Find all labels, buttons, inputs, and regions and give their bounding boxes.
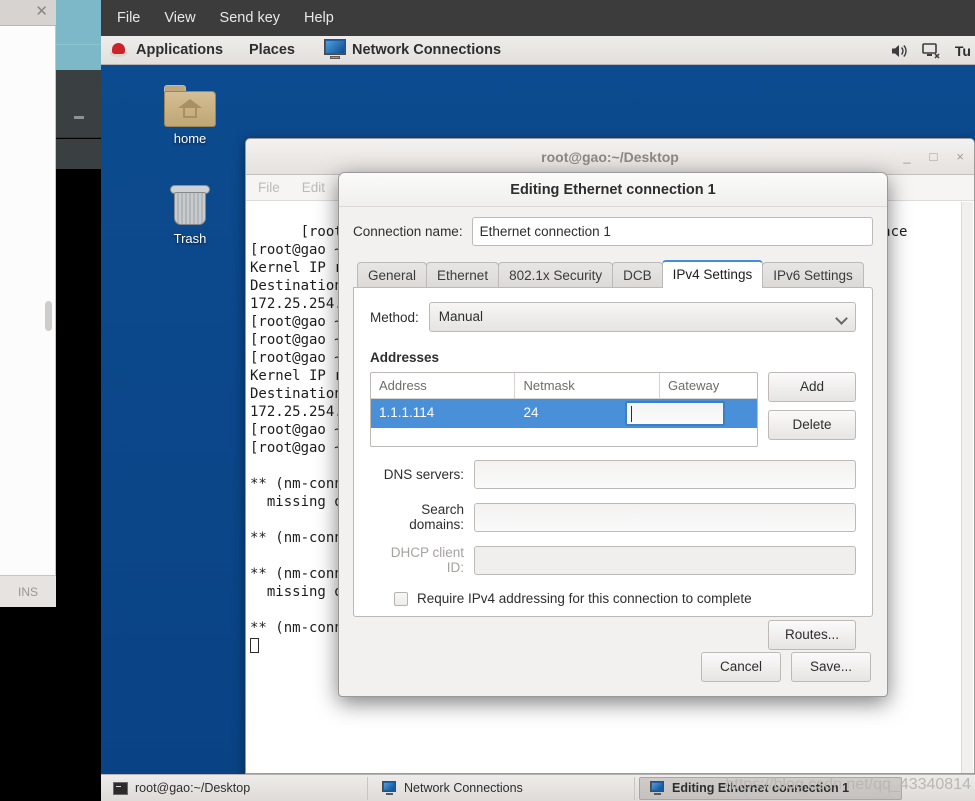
- system-tray: Tu: [890, 36, 975, 65]
- menu-view[interactable]: View: [164, 10, 195, 26]
- addresses-section-title: Addresses: [370, 350, 440, 365]
- minimize-icon[interactable]: _: [903, 139, 910, 175]
- method-value: Manual: [438, 309, 484, 324]
- address-buttons: Add Delete: [768, 372, 856, 447]
- text-caret: [631, 406, 632, 422]
- network-icon: [380, 780, 397, 796]
- panel-window-label: Network Connections: [351, 42, 502, 58]
- connection-name-input[interactable]: Ethernet connection 1: [471, 217, 873, 246]
- tab-ethernet[interactable]: Ethernet: [426, 262, 500, 288]
- save-button[interactable]: Save...: [791, 652, 871, 682]
- scrollbar-thumb[interactable]: [45, 301, 52, 331]
- search-domains-input[interactable]: [474, 502, 856, 532]
- network-icon[interactable]: [922, 42, 941, 59]
- dialog-footer: Cancel Save...: [339, 638, 887, 696]
- addresses-table: Address Netmask Gateway 1.1.1.114 24: [370, 372, 758, 447]
- taskbar-item-label: Network Connections: [404, 781, 523, 795]
- connection-name-label: Connection name:: [353, 224, 463, 239]
- background-strip-black: [56, 139, 101, 801]
- redhat-logo-icon: [110, 42, 127, 59]
- require-ipv4-row: Require IPv4 addressing for this connect…: [370, 591, 856, 606]
- taskbar-item-editing-connection[interactable]: Editing Ethernet connection 1: [639, 776, 902, 800]
- connection-name-row: Connection name: Ethernet connection 1: [353, 217, 873, 246]
- taskbar-item-label: Editing Ethernet connection 1: [672, 781, 850, 795]
- left-window-titlebar: ✕: [0, 0, 56, 26]
- search-domains-label: Search domains:: [409, 502, 464, 532]
- cell-address[interactable]: 1.1.1.114: [371, 399, 515, 428]
- speaker-icon[interactable]: [890, 43, 908, 59]
- trash-icon: [168, 183, 212, 227]
- terminal-scrollbar[interactable]: [961, 202, 973, 773]
- ipv4-settings-pane: Method: Manual Addresses Address Netmask…: [353, 287, 873, 650]
- column-header-gateway[interactable]: Gateway: [660, 373, 757, 398]
- gateway-edit-input[interactable]: [625, 401, 725, 426]
- network-icon: [321, 39, 347, 61]
- menu-send-key[interactable]: Send key: [220, 10, 280, 26]
- taskbar: root@gao:~/Desktop Network Connections E…: [101, 774, 975, 801]
- close-icon[interactable]: ×: [956, 139, 964, 175]
- dns-input[interactable]: [474, 460, 856, 489]
- taskbar-item-label: root@gao:~/Desktop: [135, 781, 251, 795]
- desktop-icon-label: home: [173, 131, 207, 146]
- taskbar-item-terminal[interactable]: root@gao:~/Desktop: [105, 776, 368, 800]
- panel-applications-menu[interactable]: Applications: [136, 42, 223, 58]
- column-header-address[interactable]: Address: [371, 373, 516, 398]
- menu-file[interactable]: File: [117, 10, 140, 26]
- left-window-status: INS: [0, 575, 56, 607]
- taskbar-item-network-connections[interactable]: Network Connections: [372, 776, 635, 800]
- require-ipv4-label: Require IPv4 addressing for this connect…: [417, 591, 752, 606]
- method-label: Method:: [370, 309, 419, 325]
- left-background-window: ✕ INS: [0, 0, 56, 801]
- panel-places-menu[interactable]: Places: [249, 42, 295, 58]
- terminal-cursor: [250, 638, 259, 653]
- terminal-titlebar[interactable]: root@gao:~/Desktop _ □ ×: [246, 139, 974, 175]
- gnome-top-panel: Applications Places Network Connections …: [101, 36, 975, 65]
- desktop-icon-home[interactable]: home: [147, 85, 233, 146]
- close-icon[interactable]: ✕: [35, 4, 48, 20]
- cancel-button[interactable]: Cancel: [701, 652, 781, 682]
- dialog-title: Editing Ethernet connection 1: [339, 173, 887, 207]
- panel-clock[interactable]: Tu: [955, 43, 971, 59]
- panel-window-button[interactable]: Network Connections: [321, 39, 501, 61]
- table-row[interactable]: 1.1.1.114 24: [371, 399, 757, 428]
- desktop-icon-trash[interactable]: Trash: [147, 183, 233, 246]
- desktop-icon-label: Trash: [173, 231, 207, 246]
- left-window-body: [0, 26, 56, 575]
- tab-dcb[interactable]: DCB: [612, 262, 663, 288]
- network-icon: [648, 780, 665, 796]
- left-window-filler: [0, 607, 56, 801]
- background-strip-teal: [56, 0, 101, 70]
- dns-row: DNS servers:: [370, 460, 856, 489]
- terminal-menu-edit[interactable]: Edit: [302, 180, 325, 195]
- tab-ipv6-settings[interactable]: IPv6 Settings: [762, 262, 864, 288]
- dhcp-client-id-label: DHCP client ID:: [390, 545, 464, 575]
- addresses-header-row: Address Netmask Gateway: [371, 373, 757, 399]
- tab-ipv4-settings[interactable]: IPv4 Settings: [661, 260, 764, 288]
- folder-home-icon: [164, 85, 216, 127]
- dns-label: DNS servers:: [383, 467, 464, 482]
- maximize-icon[interactable]: □: [930, 139, 938, 175]
- edit-connection-dialog: Editing Ethernet connection 1 Connection…: [338, 172, 888, 697]
- table-empty-area[interactable]: [371, 428, 757, 446]
- tab-general[interactable]: General: [357, 262, 428, 288]
- chevron-down-icon: [835, 312, 848, 325]
- addresses-area: Address Netmask Gateway 1.1.1.114 24 Add…: [370, 372, 856, 447]
- settings-tabs: General Ethernet 802.1x Security DCB IPv…: [353, 260, 873, 288]
- terminal-title: root@gao:~/Desktop: [541, 149, 679, 165]
- tab-802-1x-security[interactable]: 802.1x Security: [498, 262, 614, 288]
- virt-viewer-menubar: File View Send key Help: [101, 0, 975, 36]
- column-header-netmask[interactable]: Netmask: [515, 373, 660, 398]
- add-button[interactable]: Add: [768, 372, 856, 402]
- background-strip-dark: [56, 70, 101, 138]
- dhcp-client-id-input: [474, 545, 856, 575]
- menu-help[interactable]: Help: [304, 10, 334, 26]
- method-row: Method: Manual: [370, 302, 856, 332]
- terminal-icon: [113, 781, 128, 795]
- delete-button[interactable]: Delete: [768, 410, 856, 440]
- terminal-menu-file[interactable]: File: [258, 180, 280, 195]
- dhcp-client-id-row: DHCP client ID:: [370, 545, 856, 575]
- search-domains-row: Search domains:: [370, 502, 856, 532]
- require-ipv4-checkbox[interactable]: [394, 591, 408, 606]
- method-select[interactable]: Manual: [428, 302, 856, 332]
